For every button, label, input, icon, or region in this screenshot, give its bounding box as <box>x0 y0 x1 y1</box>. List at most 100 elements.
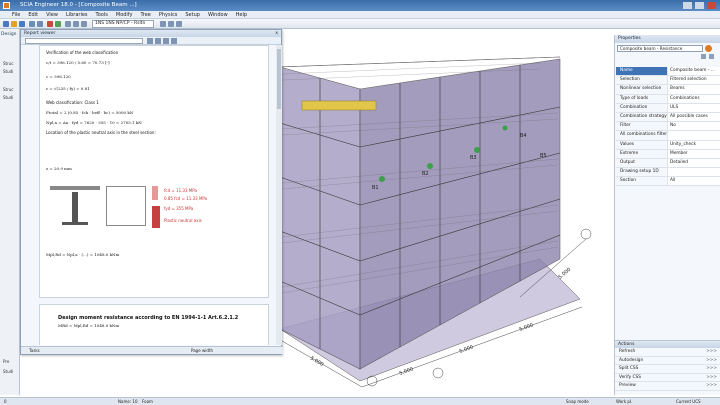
wireframe-icon[interactable] <box>176 21 182 27</box>
property-value[interactable]: No <box>668 122 720 131</box>
action-label: Preview <box>619 383 636 388</box>
property-row[interactable]: Extreme Member <box>616 149 720 159</box>
report-line: z = 20.9 mm <box>46 166 72 171</box>
dimension-label: 5.000 <box>557 267 572 281</box>
zoom-icon[interactable] <box>73 21 79 27</box>
report-combo[interactable] <box>25 38 143 44</box>
main-toolbar: 1NS 1NS NP/CP - Rsltn <box>0 19 720 29</box>
close-icon[interactable]: x <box>275 30 278 37</box>
section-heading: Design moment resistance according to EN… <box>58 315 239 321</box>
close-icon[interactable] <box>707 2 716 9</box>
status-item[interactable]: Snap mode <box>566 399 589 404</box>
action-verify-css[interactable]: Verify CSS >>> <box>615 374 720 382</box>
report-toolbar <box>21 37 281 45</box>
report-line: Mpl,Rd = Npl,a · (...) = 1048.0 kNm <box>46 252 120 257</box>
property-value[interactable]: Combinations <box>668 94 720 103</box>
report-scrollbar[interactable] <box>276 45 282 345</box>
action-icon[interactable] <box>705 45 712 52</box>
settings-icon[interactable] <box>709 54 714 59</box>
report-body[interactable]: Verification of the web classification c… <box>21 45 283 345</box>
properties-combo[interactable]: Composite beam - Resistance <box>617 45 703 52</box>
property-row[interactable]: Nonlinear selection Beams <box>616 85 720 95</box>
view-icon[interactable] <box>65 21 71 27</box>
property-row[interactable]: Combination ULS <box>616 103 720 113</box>
open-icon[interactable] <box>11 21 17 27</box>
new-icon[interactable] <box>3 21 9 27</box>
left-panel-item[interactable]: Struc <box>3 61 14 66</box>
property-row[interactable]: Output Detailed <box>616 158 720 169</box>
calculate-icon[interactable] <box>47 21 53 27</box>
property-row[interactable]: Drawing setup 1D <box>616 168 720 178</box>
filter-icon[interactable] <box>701 54 706 59</box>
left-panel-item[interactable]: Studi <box>3 95 13 100</box>
menu-window[interactable]: Window <box>208 12 228 18</box>
filter-icon[interactable] <box>160 21 166 27</box>
left-panel-item[interactable]: Pre <box>3 359 9 364</box>
action-preview[interactable]: Preview >>> <box>615 382 720 391</box>
undo-icon[interactable] <box>29 21 35 27</box>
property-value[interactable]: All <box>668 177 720 186</box>
property-row[interactable]: Name Composite beam - ... <box>616 67 720 77</box>
refresh-icon[interactable] <box>163 38 169 44</box>
left-panel-item[interactable]: Studi <box>3 369 13 374</box>
property-value[interactable]: All possible cases <box>668 112 720 122</box>
maximize-icon[interactable] <box>695 2 704 9</box>
chevron-right-icon: >>> <box>706 366 717 371</box>
property-row[interactable]: Type of loads Combinations <box>616 94 720 104</box>
property-value[interactable] <box>668 168 720 177</box>
property-value[interactable]: Member <box>668 149 720 158</box>
print-icon[interactable] <box>147 38 153 44</box>
page-width-select[interactable]: Page width <box>191 348 213 353</box>
status-item[interactable]: Current UCS <box>676 399 701 404</box>
property-value[interactable]: Beams <box>668 85 720 94</box>
property-value[interactable]: Composite beam - ... <box>668 67 720 76</box>
property-value[interactable]: Unity_check <box>668 140 720 149</box>
minimize-icon[interactable] <box>683 2 692 9</box>
property-value[interactable]: Filtered selection <box>668 76 720 85</box>
rotate-icon[interactable] <box>81 21 87 27</box>
report-page: Verification of the web classification c… <box>39 45 269 298</box>
menu-setup[interactable]: Setup <box>185 12 200 18</box>
menu-libraries[interactable]: Libraries <box>66 12 88 18</box>
menu-modify[interactable]: Modify <box>116 12 133 18</box>
member-label: B5 <box>540 153 547 159</box>
property-value[interactable] <box>668 131 720 140</box>
check-icon[interactable] <box>55 21 61 27</box>
chevron-right-icon: >>> <box>706 383 717 388</box>
load-case-combo[interactable]: 1NS 1NS NP/CP - Rsltn <box>92 20 154 28</box>
left-panel-item[interactable]: Studi <box>3 69 13 74</box>
menu-file[interactable]: File <box>12 12 20 18</box>
report-line: Verification of the web classification <box>46 50 119 55</box>
report-viewer: Report viewer x Verification of the web … <box>20 29 283 355</box>
diagram-label: 0.85 fcd = 11.33 MPa <box>164 196 208 201</box>
menu-tools[interactable]: Tools <box>96 12 108 18</box>
settings-icon[interactable] <box>171 38 177 44</box>
menu-view[interactable]: View <box>46 12 58 18</box>
property-row[interactable]: Filter No <box>616 122 720 132</box>
action-split-css[interactable]: Split CSS >>> <box>615 365 720 374</box>
menu-edit[interactable]: Edit <box>28 12 38 18</box>
scroll-thumb[interactable] <box>277 49 281 109</box>
tasks-tab[interactable]: Tasks <box>29 348 40 353</box>
redo-icon[interactable] <box>37 21 43 27</box>
left-panel-item[interactable]: Struc <box>3 87 14 92</box>
property-row[interactable]: Values Unity_check <box>616 140 720 150</box>
property-row[interactable]: All combinations filter <box>616 131 720 141</box>
property-row[interactable]: Selection Filtered selection <box>616 76 720 86</box>
menu-help[interactable]: Help <box>236 12 247 18</box>
property-value[interactable]: Detailed <box>668 158 720 168</box>
left-panel-tab[interactable]: Design <box>1 32 17 37</box>
properties-panel: Properties Composite beam - Resistance N… <box>614 35 720 340</box>
menu-tree[interactable]: Tree <box>140 12 150 18</box>
action-autodesign[interactable]: Autodesign >>> <box>615 357 720 365</box>
menu-physics[interactable]: Physics <box>159 12 178 18</box>
property-row[interactable]: Combination strategy All possible cases <box>616 112 720 123</box>
status-item[interactable]: Work pl. <box>616 399 632 404</box>
action-refresh[interactable]: Refresh >>> <box>615 348 720 357</box>
render-icon[interactable] <box>168 21 174 27</box>
property-value[interactable]: ULS <box>668 103 720 112</box>
save-icon[interactable] <box>19 21 25 27</box>
property-row[interactable]: Section All <box>616 177 720 187</box>
export-icon[interactable] <box>155 38 161 44</box>
property-key: Combination <box>616 103 668 112</box>
